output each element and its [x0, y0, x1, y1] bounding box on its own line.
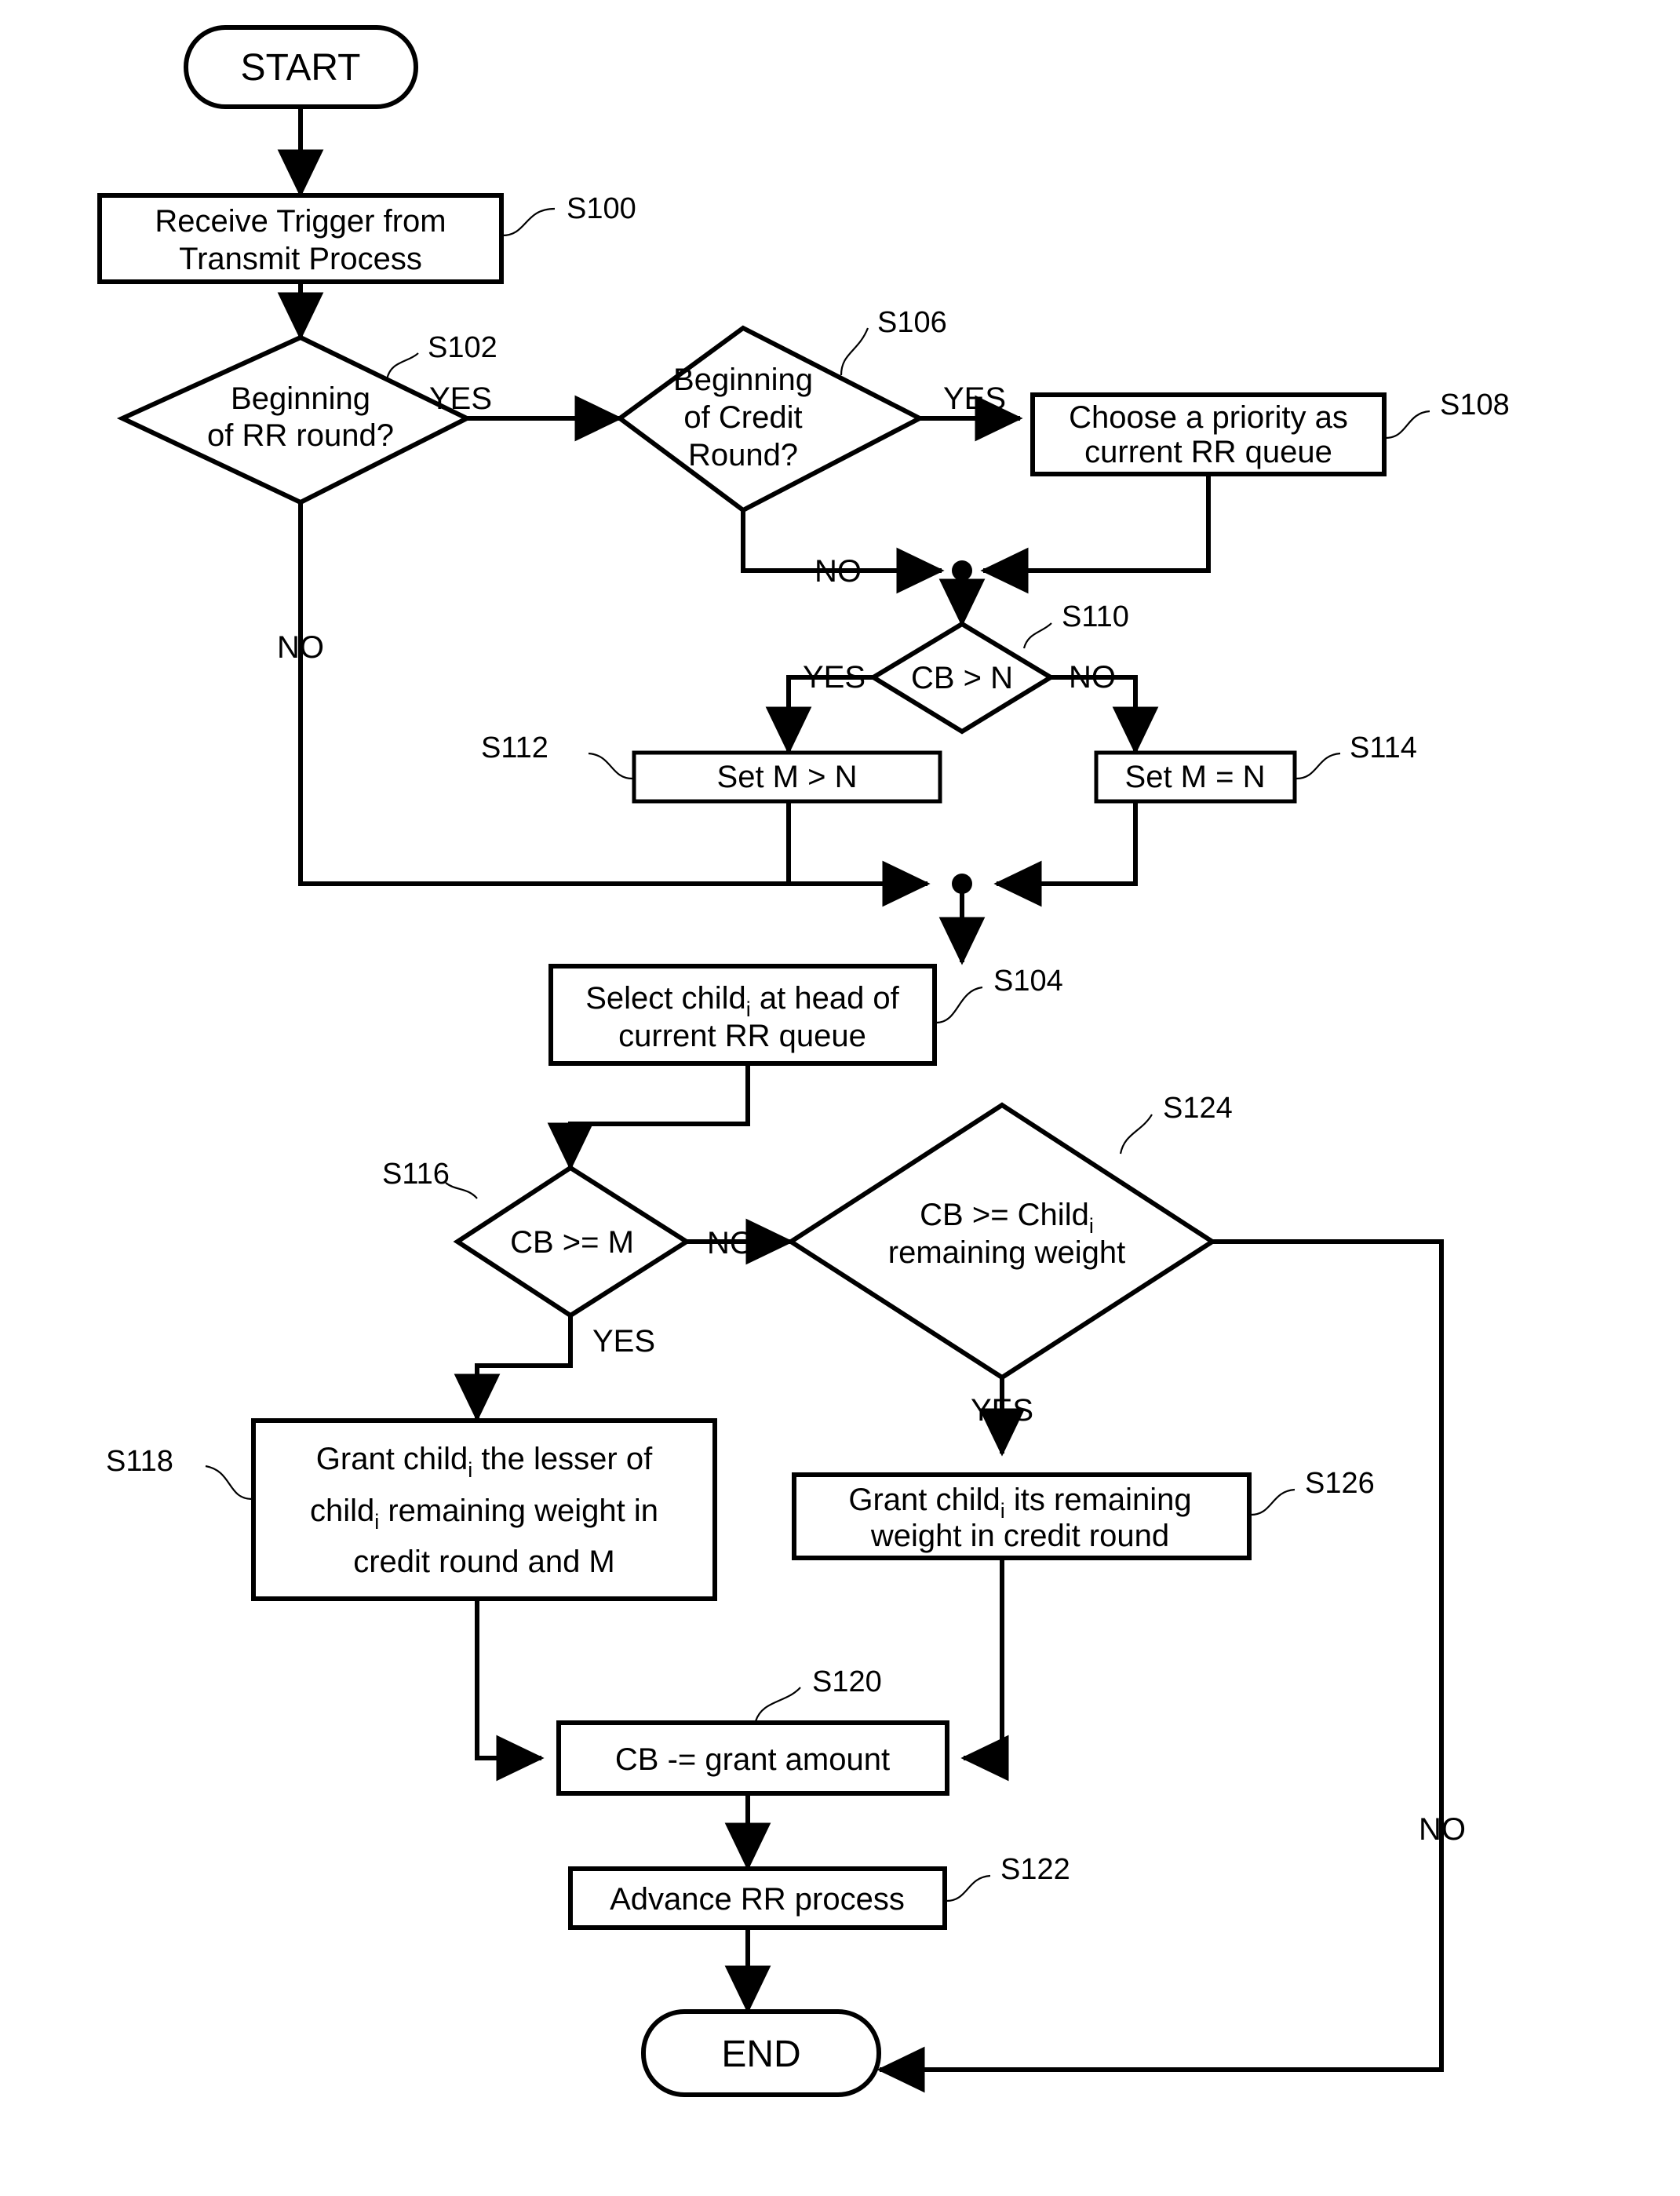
ref-s124: S124 — [1163, 1092, 1233, 1125]
node-s116-line1: CB >= M — [510, 1225, 634, 1260]
node-s114: Set M = N — [1094, 750, 1297, 804]
node-s108-line2: current RR queue — [1084, 435, 1332, 469]
node-s124-line1: CB >= Childi — [920, 1198, 1094, 1238]
node-s102: Beginning of RR round? — [116, 334, 472, 505]
node-s110: CB > N — [869, 621, 1055, 735]
leader-s112 — [588, 752, 633, 780]
node-s100: Receive Trigger from Transmit Process — [97, 193, 504, 284]
node-s112-line1: Set M > N — [717, 760, 858, 794]
leader-s124 — [1119, 1114, 1153, 1155]
edge-s126-to-s120 — [960, 1558, 1009, 1782]
node-s126-line2: weight in credit round — [870, 1519, 1169, 1553]
edge-s118-to-s120 — [475, 1599, 545, 1782]
ref-s118: S118 — [106, 1445, 173, 1478]
node-start: START — [184, 25, 418, 109]
edge-label-s110-no: NO — [1069, 660, 1116, 695]
node-s106-line3: Round? — [688, 438, 798, 472]
node-s106-line1: Beginning — [673, 363, 813, 397]
ref-s106: S106 — [877, 306, 947, 339]
edge-s124-no — [876, 1239, 1444, 2093]
node-s104-line2: current RR queue — [618, 1019, 866, 1053]
node-end-label: END — [721, 2034, 800, 2075]
leader-s104 — [935, 986, 983, 1024]
node-s100-line1: Receive Trigger from — [155, 204, 446, 239]
ref-s114: S114 — [1350, 731, 1417, 764]
edge-label-s102-no: NO — [277, 630, 324, 665]
leader-s108 — [1385, 410, 1430, 440]
node-s124: CB >= Childi remaining weight — [786, 1102, 1217, 1381]
leader-s100 — [501, 207, 556, 237]
leader-s126 — [1250, 1488, 1296, 1516]
leader-s106 — [840, 327, 869, 376]
flowchart-canvas: START Receive Trigger from Transmit Proc… — [97, 25, 1510, 2097]
ref-s104: S104 — [993, 965, 1063, 998]
node-s122: Advance RR process — [568, 1866, 947, 1930]
edge-label-s116-no: NO — [707, 1226, 754, 1260]
ref-s120: S120 — [812, 1665, 882, 1698]
node-s112: Set M > N — [632, 750, 942, 804]
edge-label-s106-yes: YES — [943, 381, 1006, 416]
edge-label-s124-yes: YES — [971, 1393, 1033, 1428]
node-s120-line1: CB -= grant amount — [615, 1742, 890, 1777]
ref-s102: S102 — [428, 331, 497, 364]
ref-s116: S116 — [382, 1158, 450, 1191]
node-s126: Grant childi its remaining weight in cre… — [792, 1472, 1252, 1560]
edge-label-s124-no: NO — [1419, 1812, 1466, 1847]
edge-label-s110-yes: YES — [803, 660, 866, 695]
ref-s110: S110 — [1062, 600, 1129, 633]
leader-s102 — [385, 352, 419, 381]
node-s122-line1: Advance RR process — [610, 1882, 905, 1917]
node-s102-line2: of RR round? — [207, 418, 394, 453]
node-s102-line1: Beginning — [231, 381, 370, 416]
leader-s118 — [205, 1465, 253, 1501]
node-s106: Beginning of Credit Round? — [615, 325, 925, 513]
edge-s112-to-merge — [786, 801, 931, 907]
edge-s104-to-s116 — [547, 1063, 750, 1171]
ref-s108: S108 — [1440, 388, 1510, 421]
node-s118: Grant childi the lesser of childi remain… — [251, 1418, 717, 1601]
leader-s122 — [946, 1874, 991, 1902]
ref-s126: S126 — [1305, 1467, 1375, 1500]
node-s118-line1: Grant childi the lesser of — [316, 1442, 653, 1482]
node-s108: Choose a priority as current RR queue — [1030, 392, 1387, 476]
node-s104-line1: Select childi at head of — [585, 981, 899, 1021]
node-s100-line2: Transmit Process — [179, 242, 422, 276]
flowchart-page: START Receive Trigger from Transmit Proc… — [0, 0, 1680, 2196]
edge-s116-yes — [454, 1315, 573, 1422]
node-s110-line1: CB > N — [911, 661, 1013, 695]
node-start-label: START — [241, 47, 361, 89]
node-s118-line3: credit round and M — [353, 1545, 615, 1579]
edge-s114-to-merge — [993, 801, 1138, 907]
junction-dot-s110 — [952, 560, 972, 581]
edge-s108-to-junction — [980, 474, 1211, 594]
edge-label-s102-yes: YES — [429, 381, 492, 416]
node-s106-line2: of Credit — [683, 400, 802, 435]
node-s126-line1: Grant childi its remaining — [848, 1483, 1191, 1523]
junction-dot-s104 — [952, 874, 972, 894]
node-end: END — [641, 2009, 881, 2097]
ref-s112: S112 — [481, 731, 548, 764]
edge-label-s116-yes: YES — [592, 1324, 655, 1359]
ref-s122: S122 — [1000, 1853, 1070, 1886]
edge-label-s106-no: NO — [814, 554, 862, 589]
leader-s116 — [445, 1182, 478, 1199]
leader-s110 — [1022, 622, 1052, 649]
node-s124-line2: remaining weight — [888, 1235, 1125, 1270]
node-s114-line1: Set M = N — [1125, 760, 1266, 794]
node-s118-line2: childi remaining weight in — [310, 1494, 658, 1534]
node-s120: CB -= grant amount — [556, 1720, 949, 1796]
leader-s120 — [754, 1687, 801, 1722]
node-s116: CB >= M — [453, 1165, 691, 1319]
ref-s100: S100 — [567, 192, 636, 225]
node-s104: Select childi at head of current RR queu… — [548, 964, 937, 1066]
node-s108-line1: Choose a priority as — [1069, 400, 1348, 435]
leader-s114 — [1296, 752, 1341, 780]
